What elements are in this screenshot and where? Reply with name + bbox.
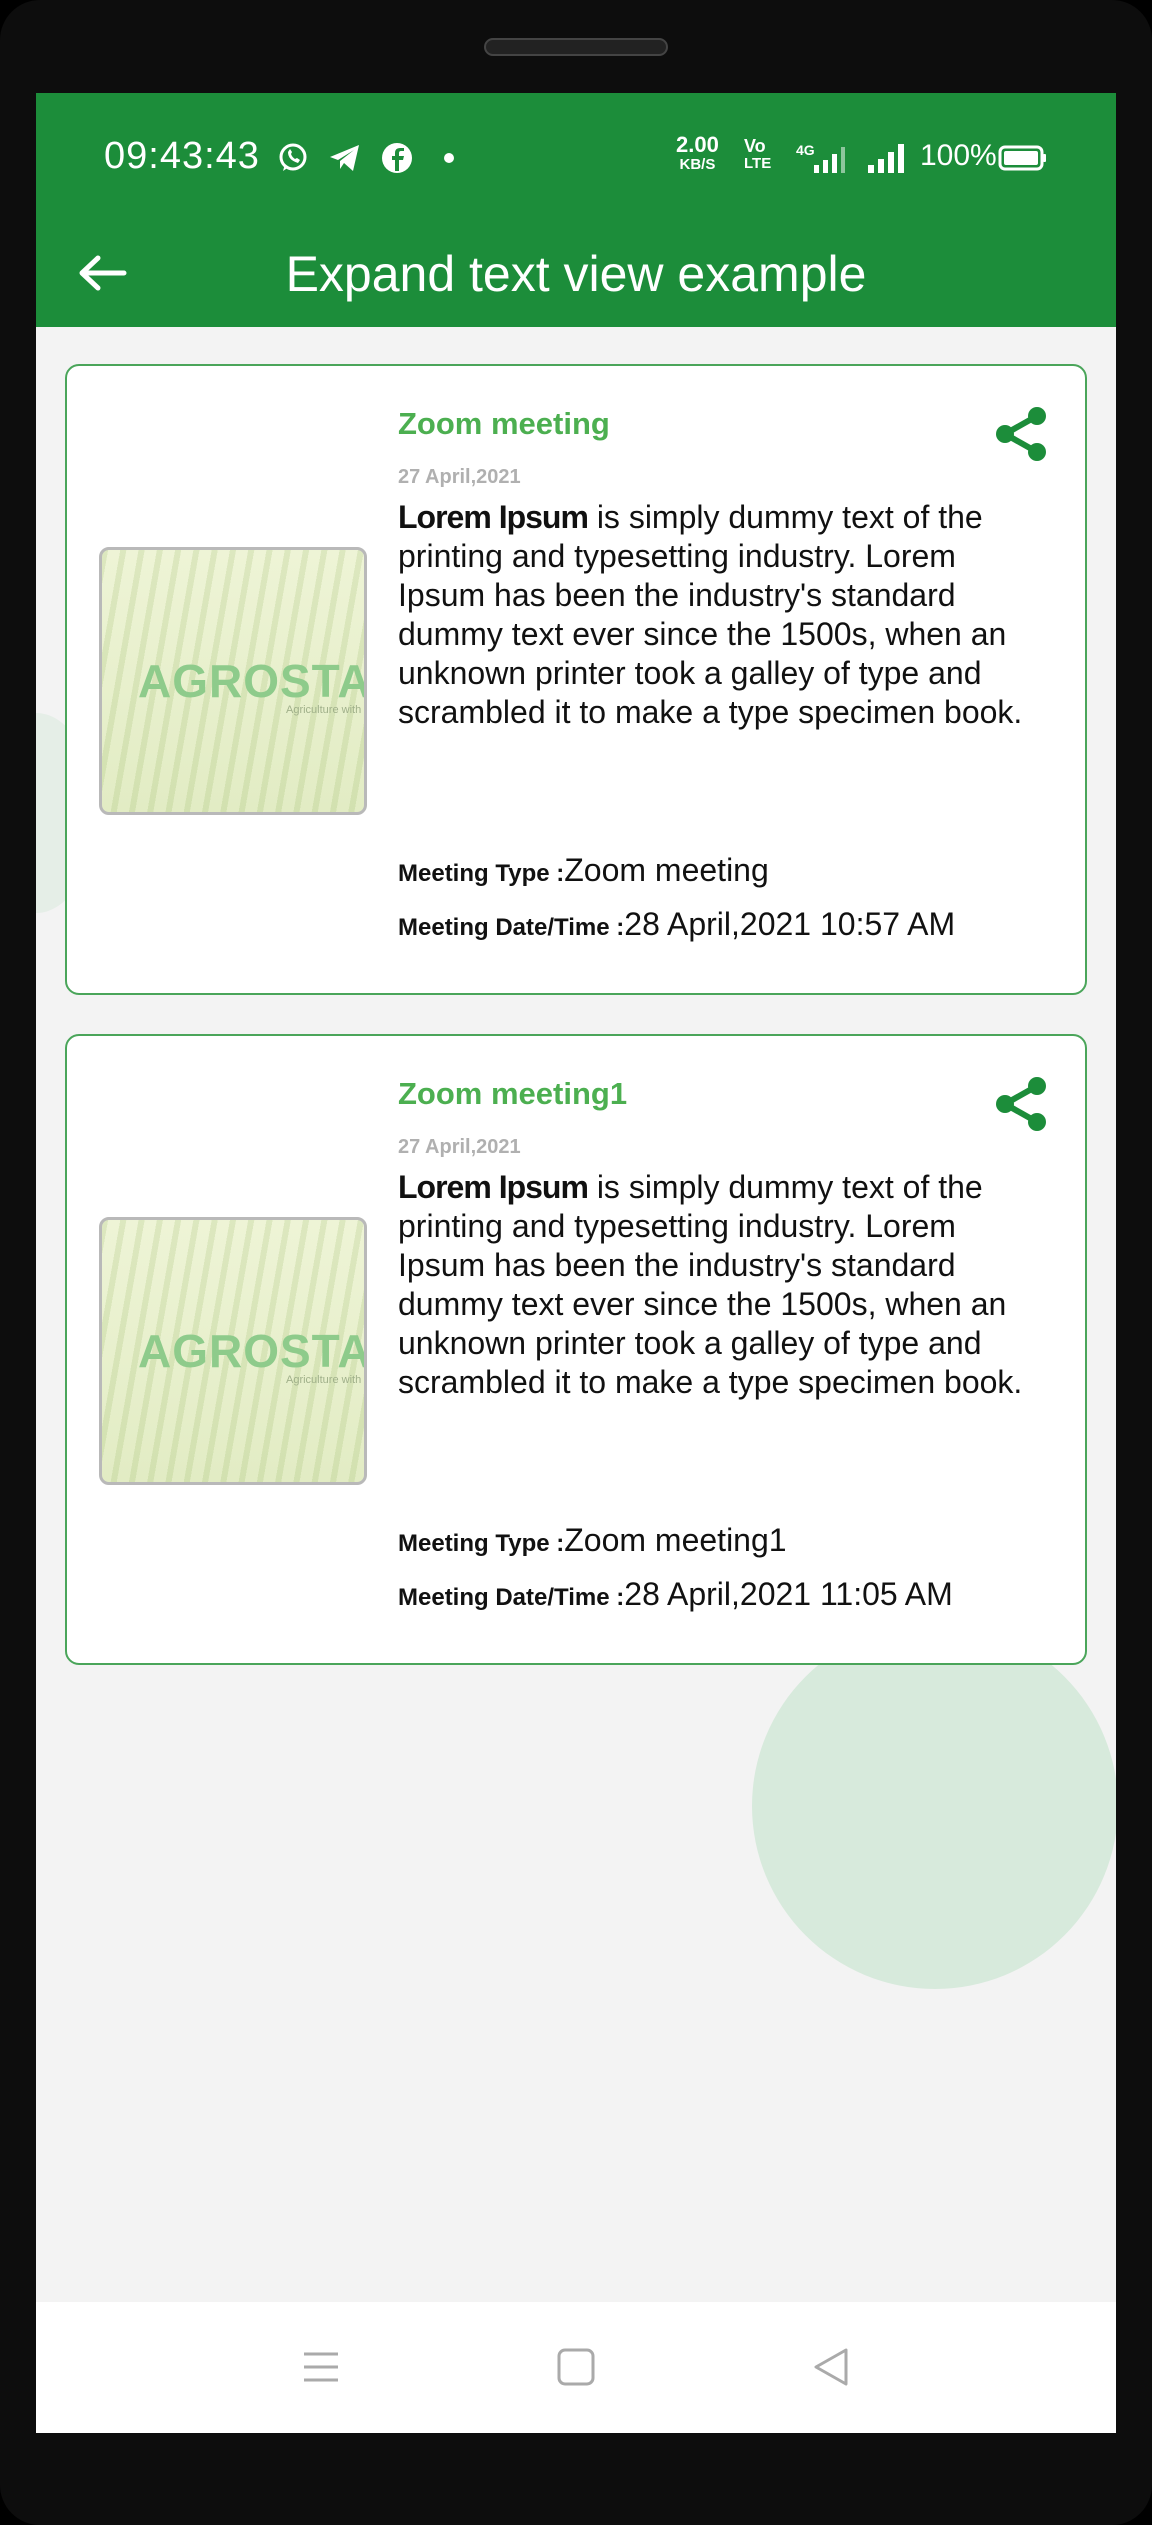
telegram-icon bbox=[330, 145, 359, 171]
battery-icon bbox=[998, 145, 1046, 171]
phone-frame: 09:43:43 2.00 KB/S Vo LTE 4G 100% Expand… bbox=[0, 0, 1152, 2525]
meeting-description[interactable]: Lorem Ipsum is simply dummy text of the … bbox=[398, 498, 1048, 732]
back-triangle-icon[interactable] bbox=[806, 2342, 856, 2392]
meeting-type-value: Zoom meeting1 bbox=[564, 1522, 787, 1558]
description-lead: Lorem Ipsum bbox=[398, 499, 589, 535]
menu-icon[interactable] bbox=[296, 2342, 346, 2392]
share-icon[interactable] bbox=[991, 1074, 1051, 1134]
thumbnail-tagline: Agriculture with bbox=[286, 1374, 362, 1386]
whatsapp-icon bbox=[279, 143, 307, 171]
thumbnail-tagline: Agriculture with bbox=[286, 704, 362, 716]
meeting-datetime-label: Meeting Date/Time : bbox=[398, 1584, 625, 1611]
status-bar: 09:43:43 2.00 KB/S Vo LTE 4G 100% bbox=[36, 93, 1116, 223]
meeting-type-label: Meeting Type : bbox=[398, 860, 565, 887]
notification-dot-icon bbox=[444, 153, 454, 163]
status-time: 09:43:43 bbox=[104, 135, 260, 177]
system-nav-bar bbox=[36, 2302, 1116, 2433]
meeting-description[interactable]: Lorem Ipsum is simply dummy text of the … bbox=[398, 1168, 1048, 1402]
page-title: Expand text view example bbox=[285, 246, 867, 302]
meeting-datetime-row: Meeting Date/Time :28 April,2021 10:57 A… bbox=[398, 906, 955, 943]
meeting-datetime-label: Meeting Date/Time : bbox=[398, 914, 625, 941]
description-lead: Lorem Ipsum bbox=[398, 1169, 589, 1205]
meeting-type-value: Zoom meeting bbox=[564, 852, 769, 888]
decor-circle bbox=[752, 1623, 1116, 1989]
meeting-thumbnail: AGROSTAR Agriculture with bbox=[99, 547, 367, 815]
screen: 09:43:43 2.00 KB/S Vo LTE 4G 100% Expand… bbox=[36, 93, 1116, 2433]
meeting-datetime-value: 28 April,2021 11:05 AM bbox=[624, 1576, 953, 1612]
meeting-datetime-value: 28 April,2021 10:57 AM bbox=[624, 906, 956, 942]
earpiece-speaker bbox=[484, 38, 668, 56]
meeting-type-row: Meeting Type :Zoom meeting1 bbox=[398, 1522, 787, 1559]
meeting-title: Zoom meeting1 bbox=[398, 1076, 628, 1111]
meeting-title: Zoom meeting bbox=[398, 406, 610, 441]
battery-percent: 100% bbox=[920, 139, 997, 172]
home-square-icon[interactable] bbox=[551, 2342, 601, 2392]
net-speed: 2.00 KB/S bbox=[676, 132, 719, 174]
meeting-card[interactable]: AGROSTAR Agriculture with Zoom meeting 2… bbox=[65, 364, 1087, 995]
signal-strength-icon bbox=[868, 144, 904, 173]
meeting-type-label: Meeting Type : bbox=[398, 1530, 565, 1557]
meeting-type-row: Meeting Type :Zoom meeting bbox=[398, 852, 769, 889]
signal-network-label: 4G bbox=[796, 142, 815, 158]
top-bar: 09:43:43 2.00 KB/S Vo LTE 4G 100% Expand… bbox=[36, 93, 1116, 327]
share-icon[interactable] bbox=[991, 404, 1051, 464]
app-bar: Expand text view example bbox=[36, 223, 1116, 327]
meeting-thumbnail: AGROSTAR Agriculture with bbox=[99, 1217, 367, 1485]
volte-indicator: Vo LTE bbox=[744, 136, 772, 172]
thumbnail-brand: AGROSTAR bbox=[138, 655, 364, 707]
signal-4g-icon: 4G bbox=[796, 142, 845, 173]
meeting-date: 27 April,2021 bbox=[398, 466, 521, 488]
facebook-icon bbox=[382, 143, 412, 173]
meeting-date: 27 April,2021 bbox=[398, 1136, 521, 1158]
thumbnail-brand: AGROSTAR bbox=[138, 1325, 364, 1377]
meeting-datetime-row: Meeting Date/Time :28 April,2021 11:05 A… bbox=[398, 1576, 953, 1613]
meeting-card[interactable]: AGROSTAR Agriculture with Zoom meeting1 … bbox=[65, 1034, 1087, 1665]
